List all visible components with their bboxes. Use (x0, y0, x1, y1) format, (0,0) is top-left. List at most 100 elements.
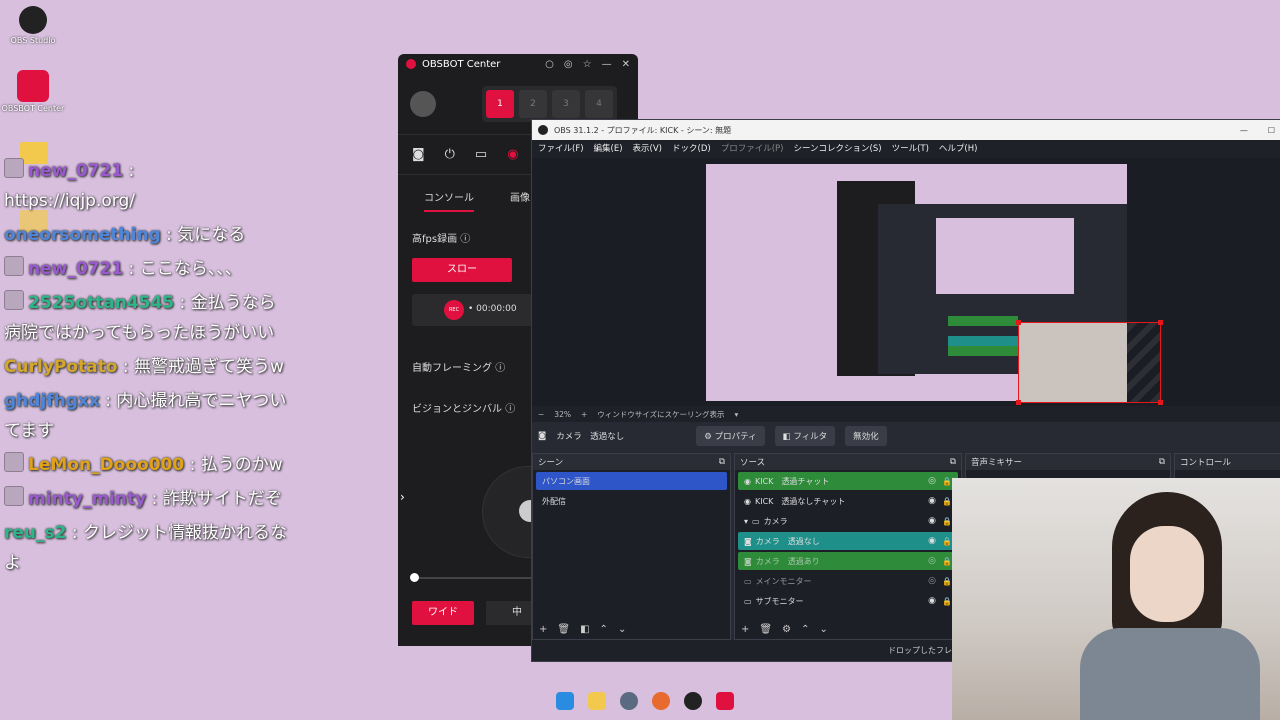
scene-item[interactable]: パソコン画面 (536, 472, 727, 490)
menu-tools[interactable]: ツール(T) (892, 142, 929, 158)
chevron-up-icon[interactable]: ⌃ (600, 624, 608, 635)
preset-slot-1[interactable]: 1 (486, 90, 514, 118)
power-icon[interactable]: ⏻ (445, 147, 455, 162)
lock-icon[interactable]: 🔒 (942, 477, 952, 486)
record-dot-icon[interactable]: ○ (545, 59, 554, 70)
resize-handle[interactable] (1016, 400, 1021, 405)
firefox-icon[interactable] (652, 692, 670, 710)
resize-handle[interactable] (1158, 320, 1163, 325)
filter-icon[interactable]: ◧ (580, 624, 589, 635)
resize-handle[interactable] (1016, 320, 1021, 325)
add-icon[interactable]: + (741, 624, 749, 635)
settings-icon[interactable]: ◎ (564, 59, 573, 70)
windows-start-icon[interactable] (556, 692, 574, 710)
source-item[interactable]: ▭ サブモニター ◉ 🔒 (738, 592, 958, 610)
scene-item[interactable]: 外配信 (536, 492, 727, 510)
eye-icon[interactable]: ◉ (928, 536, 936, 546)
gear-icon[interactable]: ⚙ (782, 624, 791, 635)
chevron-down-icon[interactable]: ⌄ (618, 624, 626, 635)
eye-off-icon[interactable]: ◎ (928, 576, 936, 586)
add-icon[interactable]: + (539, 624, 547, 635)
chevron-down-icon[interactable]: ▾ (744, 517, 748, 526)
zoom-slider-thumb[interactable] (410, 573, 419, 582)
menu-edit[interactable]: 編集(E) (594, 142, 623, 158)
minimize-icon[interactable]: — (602, 59, 612, 70)
menu-help[interactable]: ヘルプ(H) (939, 142, 978, 158)
preset-slot-3[interactable]: 3 (552, 90, 580, 118)
filters-button[interactable]: ◧ フィルタ (774, 426, 836, 446)
source-item[interactable]: ◉ KICK 透過なしチャット ◉ 🔒 (738, 492, 958, 510)
desktop-icon-obs-studio[interactable]: OBS Studio (1, 6, 65, 45)
chat-separator: : (123, 259, 140, 279)
trash-icon[interactable]: 🗑 (759, 624, 772, 635)
obsbot-logo-icon[interactable]: ◉ (507, 147, 518, 162)
dock-menu-icon[interactable]: ⧉ (950, 457, 956, 467)
close-icon[interactable]: ✕ (622, 59, 630, 70)
source-item[interactable]: ◉ KICK 透過チャット ◎ 🔒 (738, 472, 958, 490)
collapse-arrow-icon[interactable]: › (400, 490, 405, 504)
zoom-in-button[interactable]: + (581, 410, 587, 419)
info-icon[interactable]: ⓘ (460, 234, 470, 245)
wide-button[interactable]: ワイド (412, 601, 474, 625)
source-item[interactable]: ▭ メインモニター ◎ 🔒 (738, 572, 958, 590)
info-icon[interactable]: ⓘ (505, 404, 515, 415)
eye-off-icon[interactable]: ◎ (928, 556, 936, 566)
zoom-slider[interactable] (410, 573, 544, 582)
obs-title: OBS 31.1.2 - プロファイル: KICK - シーン: 無題 (554, 125, 732, 135)
source-group[interactable]: ▾ ▭ カメラ ◉ 🔒 (738, 512, 958, 530)
selected-source-box[interactable] (1016, 320, 1163, 405)
zoom-out-button[interactable]: − (538, 410, 544, 419)
lock-icon[interactable]: 🔒 (942, 517, 952, 526)
menu-profile[interactable]: プロファイル(P) (721, 142, 784, 158)
settings-icon[interactable] (620, 692, 638, 710)
chevron-down-icon[interactable]: ▾ (735, 410, 739, 419)
camera-icon[interactable]: ◙ (412, 147, 425, 162)
info-icon[interactable]: ⓘ (495, 363, 505, 374)
dock-menu-icon[interactable]: ⧉ (1159, 457, 1165, 467)
chat-text: 無警戒過ぎて笑うw (133, 357, 284, 377)
obs-preview[interactable] (532, 158, 1280, 406)
rec-button[interactable]: REC (444, 300, 464, 320)
dock-menu-icon[interactable]: ⧉ (719, 457, 725, 467)
lock-icon[interactable]: 🔒 (942, 497, 952, 506)
file-explorer-icon[interactable] (588, 692, 606, 710)
menu-scene-collection[interactable]: シーンコレクション(S) (793, 142, 881, 158)
chat-message: 2525ottan4545 : 金払うなら病院ではかってもらったほうがいい (4, 288, 289, 348)
slow-button[interactable]: スロー (412, 258, 512, 282)
pin-icon[interactable]: ☆ (583, 59, 592, 70)
obs-studio-icon[interactable] (684, 692, 702, 710)
lock-icon[interactable]: 🔒 (942, 577, 952, 586)
menu-file[interactable]: ファイル(F) (538, 142, 584, 158)
lock-icon[interactable]: 🔒 (942, 537, 952, 546)
tab-console[interactable]: コンソール (424, 189, 474, 212)
lock-icon[interactable]: 🔒 (942, 597, 952, 606)
chevron-up-icon[interactable]: ⌃ (801, 624, 809, 635)
chat-message: ghdjfhgxx : 内心撮れ高でニヤついてます (4, 386, 289, 446)
preset-slot-4[interactable]: 4 (585, 90, 613, 118)
desktop-icon-obsbot[interactable]: OBSBOT Center (1, 70, 65, 113)
eye-icon[interactable]: ◉ (928, 596, 936, 606)
eye-icon[interactable]: ◉ (928, 496, 936, 506)
trash-icon[interactable]: 🗑 (557, 624, 570, 635)
obsbot-icon[interactable] (716, 692, 734, 710)
source-item[interactable]: ◙ カメラ 透過あり ◎ 🔒 (738, 552, 958, 570)
preset-slot-2[interactable]: 2 (519, 90, 547, 118)
properties-button[interactable]: ⚙ プロパティ (696, 426, 765, 446)
chat-message: new_0721 : https://iqjp.org/ (4, 156, 289, 216)
menu-view[interactable]: 表示(V) (633, 142, 662, 158)
lock-icon[interactable]: 🔒 (942, 557, 952, 566)
auto-framing-label: 自動フレーミング ⓘ (412, 359, 505, 374)
video-icon[interactable]: ▭ (475, 147, 487, 162)
tab-image[interactable]: 画像 (510, 189, 530, 212)
scenes-header: シーン ⧉ (533, 454, 730, 470)
avatar[interactable] (410, 91, 436, 117)
disable-button[interactable]: 無効化 (845, 426, 887, 446)
resize-handle[interactable] (1158, 400, 1163, 405)
eye-icon[interactable]: ◉ (928, 516, 936, 526)
minimize-icon[interactable]: — (1240, 126, 1248, 135)
source-item[interactable]: ◙ カメラ 透過なし ◉ 🔒 (738, 532, 958, 550)
menu-dock[interactable]: ドック(D) (672, 142, 711, 158)
eye-icon[interactable]: ◎ (928, 476, 936, 486)
maximize-icon[interactable]: ☐ (1268, 126, 1275, 135)
chevron-down-icon[interactable]: ⌄ (819, 624, 827, 635)
